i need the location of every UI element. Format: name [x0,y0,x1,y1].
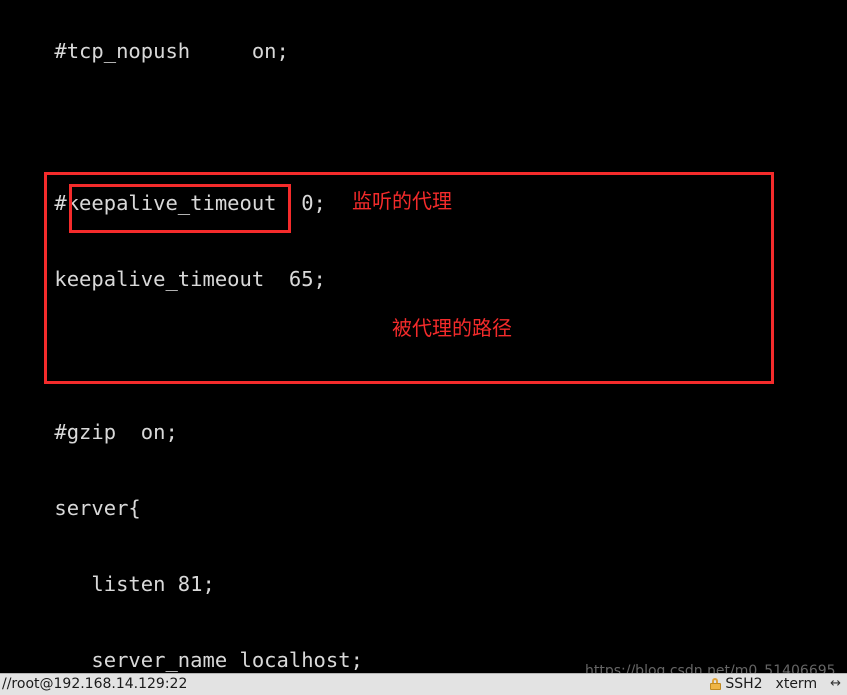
csdn-watermark: https://blog.csdn.net/m0_51406695 [585,663,836,673]
status-terminal-type-label: xterm [775,676,818,692]
code-line: #gzip on; [5,419,178,444]
status-bar: //root@192.168.14.129:22 SSH2 xterm ↔ [0,673,847,695]
code-line: keepalive_timeout 65; [5,267,326,292]
status-protocol-label: SSH2 [725,676,763,692]
code-line: #tcp_nopush on; [5,38,289,63]
lock-icon [709,678,721,690]
resize-arrows-icon[interactable]: ↔ [830,677,841,691]
code-line: server{ [5,496,141,521]
annotation-label-listen-proxy: 监听的代理 [352,189,452,213]
annotation-label-proxied-path: 被代理的路径 [392,316,512,340]
terminal-viewport[interactable]: #tcp_nopush on; #keepalive_timeout 0; ke… [0,0,847,673]
code-line: listen 81; [5,572,215,597]
ssh-connection-indicator[interactable]: SSH2 [709,676,763,692]
status-bar-right-group: SSH2 xterm ↔ [709,676,841,692]
status-host-label: //root@192.168.14.129:22 [2,676,188,692]
